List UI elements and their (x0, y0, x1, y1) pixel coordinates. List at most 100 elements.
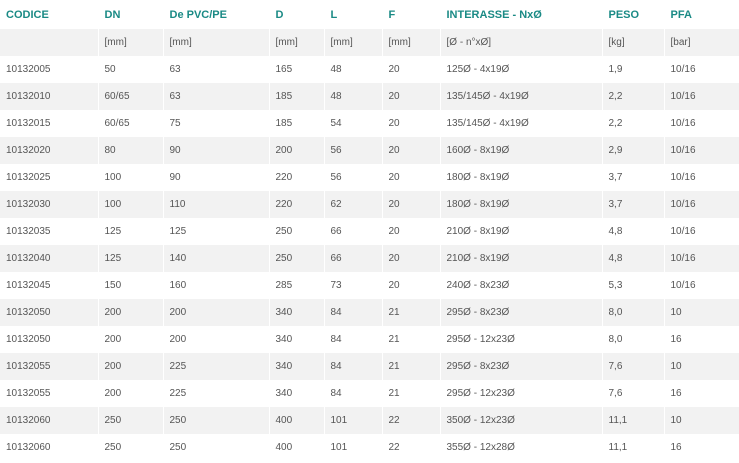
cell-dn: 250 (97, 434, 163, 461)
cell-codice: 10132015 (0, 110, 98, 137)
cell-pfa: 10/16 (663, 56, 739, 83)
column-header-f: F (381, 0, 440, 29)
cell-f: 20 (381, 56, 440, 83)
cell-dn: 60/65 (97, 110, 163, 137)
table-row: 10132020 80 90 200 56 20 160Ø - 8x19Ø 2,9 10/16 (0, 137, 739, 164)
cell-peso: 11,1 (601, 407, 664, 434)
table-row: 10132050 200 200 340 84 21 295Ø - 12x23Ø 8,0 16 (0, 326, 739, 353)
table-row: 10132030 100 110 220 62 20 180Ø - 8x19Ø 3,7 10/1… (0, 191, 739, 218)
table-row: 10132045 150 160 285 73 20 240Ø - 8x23Ø 5,3 10/1… (0, 272, 739, 299)
table-row: 10132050 200 200 340 84 21 295Ø - 8x23Ø 8,0 10 (0, 299, 739, 326)
cell-pfa: 10/16 (663, 83, 739, 110)
cell-dn: 125 (97, 218, 163, 245)
column-header-de-pvc-pe: De PVC/PE (162, 0, 269, 29)
cell-d: 165 (268, 56, 324, 83)
cell-codice: 10132010 (0, 83, 98, 110)
cell-peso: 4,8 (601, 245, 664, 272)
cell-interasse: 135/145Ø - 4x19Ø (439, 110, 602, 137)
table-row: 10132010 60/65 63 185 48 20 135/145Ø - 4x19Ø 2,… (0, 83, 739, 110)
unit-cell-de-pvc-pe: [mm] (162, 29, 269, 56)
cell-codice: 10132035 (0, 218, 98, 245)
cell-pfa: 10/16 (663, 218, 739, 245)
cell-codice: 10132050 (0, 299, 98, 326)
cell-f: 20 (381, 137, 440, 164)
table-row: 10132005 50 63 165 48 20 125Ø - 4x19Ø 1,9 10/16 (0, 56, 739, 83)
cell-dn: 100 (97, 191, 163, 218)
cell-de-pvc-pe: 250 (162, 434, 269, 461)
cell-d: 340 (268, 380, 324, 407)
cell-de-pvc-pe: 90 (162, 137, 269, 164)
cell-dn: 150 (97, 272, 163, 299)
cell-interasse: 295Ø - 8x23Ø (439, 353, 602, 380)
cell-l: 84 (323, 299, 382, 326)
column-header-peso: PESO (601, 0, 664, 29)
cell-f: 20 (381, 191, 440, 218)
cell-interasse: 160Ø - 8x19Ø (439, 137, 602, 164)
column-header-d: D (268, 0, 324, 29)
cell-pfa: 10/16 (663, 245, 739, 272)
cell-de-pvc-pe: 63 (162, 56, 269, 83)
cell-f: 21 (381, 299, 440, 326)
cell-dn: 80 (97, 137, 163, 164)
cell-dn: 200 (97, 299, 163, 326)
cell-interasse: 210Ø - 8x19Ø (439, 245, 602, 272)
cell-f: 21 (381, 353, 440, 380)
cell-d: 400 (268, 434, 324, 461)
cell-codice: 10132025 (0, 164, 98, 191)
cell-d: 185 (268, 83, 324, 110)
cell-peso: 3,7 (601, 164, 664, 191)
cell-interasse: 180Ø - 8x19Ø (439, 164, 602, 191)
cell-d: 340 (268, 326, 324, 353)
cell-interasse: 350Ø - 12x23Ø (439, 407, 602, 434)
cell-codice: 10132060 (0, 407, 98, 434)
cell-de-pvc-pe: 200 (162, 299, 269, 326)
cell-interasse: 125Ø - 4x19Ø (439, 56, 602, 83)
cell-pfa: 16 (663, 380, 739, 407)
cell-codice: 10132045 (0, 272, 98, 299)
cell-de-pvc-pe: 200 (162, 326, 269, 353)
cell-d: 250 (268, 218, 324, 245)
table-row: 10132055 200 225 340 84 21 295Ø - 12x23Ø 7,6 16 (0, 380, 739, 407)
cell-d: 200 (268, 137, 324, 164)
table-row: 10132060 250 250 400 101 22 350Ø - 12x23Ø 11,1 1… (0, 407, 739, 434)
cell-de-pvc-pe: 160 (162, 272, 269, 299)
cell-f: 20 (381, 218, 440, 245)
cell-d: 340 (268, 299, 324, 326)
cell-peso: 5,3 (601, 272, 664, 299)
cell-pfa: 16 (663, 434, 739, 461)
cell-peso: 2,2 (601, 110, 664, 137)
table-row: 10132040 125 140 250 66 20 210Ø - 8x19Ø 4,8 10/1… (0, 245, 739, 272)
unit-cell-interasse: [Ø - n°xØ] (439, 29, 602, 56)
product-spec-table: CODICE DN De PVC/PE D L F INTERASSE - Nx… (0, 0, 739, 461)
cell-de-pvc-pe: 63 (162, 83, 269, 110)
table-row: 10132055 200 225 340 84 21 295Ø - 8x23Ø 7,6 10 (0, 353, 739, 380)
cell-l: 62 (323, 191, 382, 218)
cell-l: 101 (323, 407, 382, 434)
cell-interasse: 180Ø - 8x19Ø (439, 191, 602, 218)
cell-d: 220 (268, 191, 324, 218)
cell-l: 84 (323, 353, 382, 380)
cell-l: 84 (323, 380, 382, 407)
cell-peso: 8,0 (601, 299, 664, 326)
cell-l: 84 (323, 326, 382, 353)
cell-codice: 10132020 (0, 137, 98, 164)
cell-pfa: 10 (663, 407, 739, 434)
cell-de-pvc-pe: 225 (162, 380, 269, 407)
cell-dn: 60/65 (97, 83, 163, 110)
column-header-dn: DN (97, 0, 163, 29)
cell-f: 20 (381, 83, 440, 110)
cell-peso: 3,7 (601, 191, 664, 218)
column-header-pfa: PFA (663, 0, 739, 29)
column-header-codice: CODICE (0, 0, 98, 29)
cell-interasse: 210Ø - 8x19Ø (439, 218, 602, 245)
cell-de-pvc-pe: 140 (162, 245, 269, 272)
unit-cell-dn: [mm] (97, 29, 163, 56)
cell-l: 73 (323, 272, 382, 299)
table-row: 10132025 100 90 220 56 20 180Ø - 8x19Ø 3,7 10/16 (0, 164, 739, 191)
cell-interasse: 355Ø - 12x28Ø (439, 434, 602, 461)
cell-peso: 1,9 (601, 56, 664, 83)
cell-d: 185 (268, 110, 324, 137)
units-row: [mm] [mm] [mm] [mm] [mm] [Ø - n°xØ] [kg] [bar] (0, 29, 739, 56)
cell-dn: 125 (97, 245, 163, 272)
unit-cell-codice (0, 29, 98, 56)
